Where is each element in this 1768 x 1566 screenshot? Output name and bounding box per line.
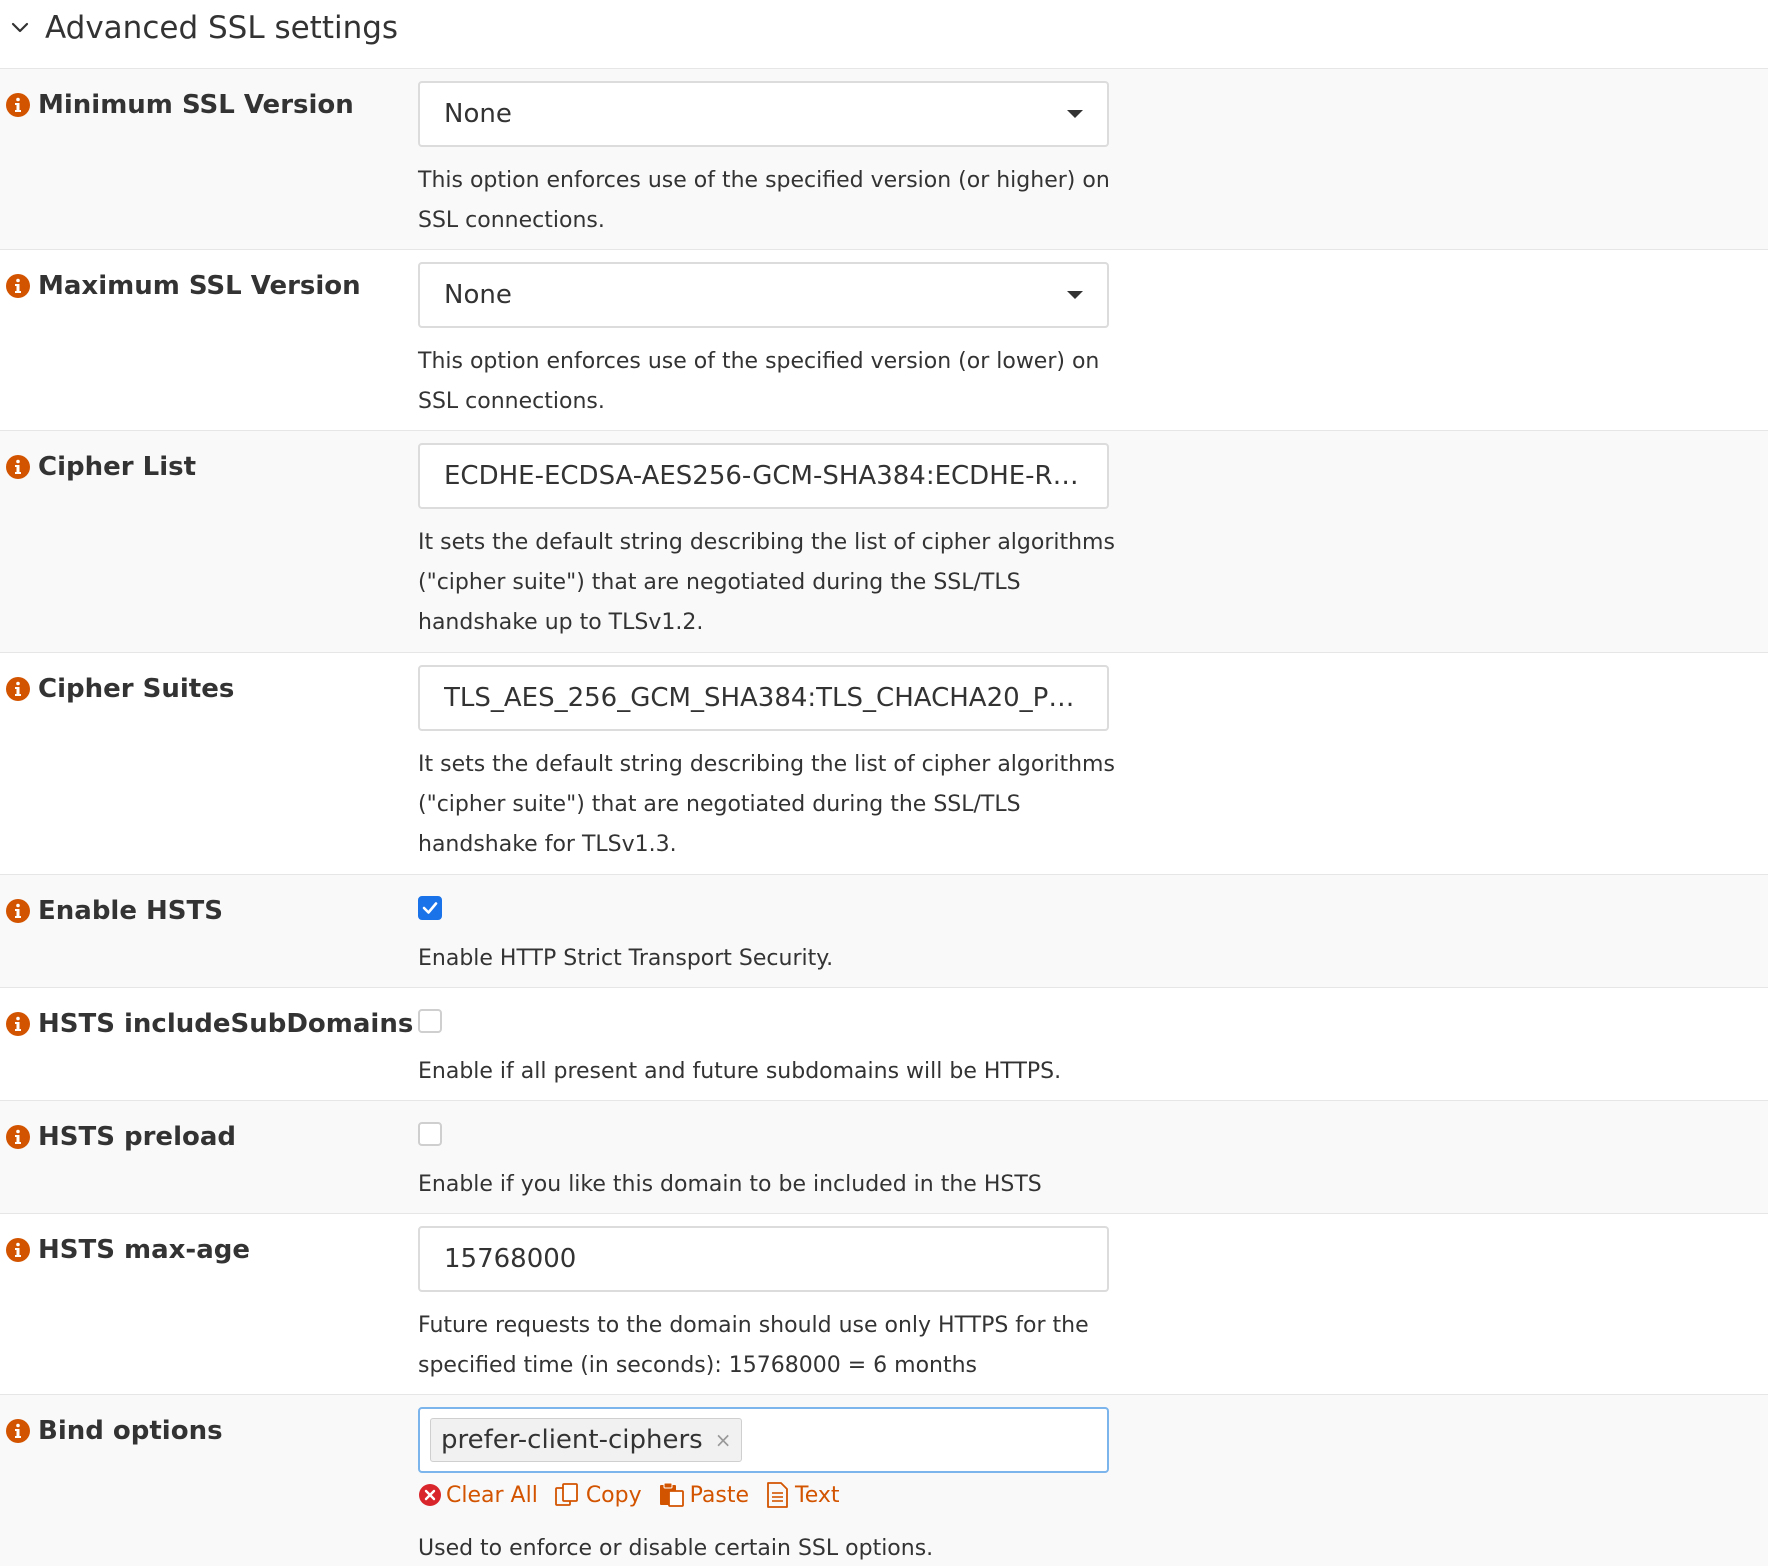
bind-options-tags-input[interactable]: prefer-client-ciphers × [418,1407,1109,1473]
info-icon[interactable] [6,93,30,117]
row-cipher-list: Cipher List ECDHE-ECDSA-AES256-GCM-SHA38… [0,430,1768,652]
caret-down-icon [1067,110,1083,118]
tag-label: prefer-client-ciphers [441,1425,703,1455]
cipher-suites-label: Cipher Suites [38,674,235,704]
hsts-subdomains-help: Enable if all present and future subdoma… [418,1059,1062,1084]
cipher-suites-input[interactable]: TLS_AES_256_GCM_SHA384:TLS_CHACHA20_POLY… [418,665,1109,731]
info-icon[interactable] [6,1125,30,1149]
min-ssl-select[interactable]: None [418,81,1109,147]
copy-icon [554,1483,578,1506]
hsts-max-age-help: Future requests to the domain should use… [418,1313,1089,1378]
info-icon[interactable] [6,899,30,923]
field-label: Cipher Suites [6,669,234,709]
paste-label: Paste [689,1482,750,1508]
enable-hsts-label: Enable HSTS [38,896,223,926]
hsts-max-age-label: HSTS max-age [38,1235,250,1265]
cipher-list-input[interactable]: ECDHE-ECDSA-AES256-GCM-SHA384:ECDHE-RSA-… [418,443,1109,509]
hsts-max-age-value: 15768000 [444,1244,577,1274]
section-header[interactable]: Advanced SSL settings [0,0,1768,69]
field-label: HSTS max-age [6,1230,250,1270]
hsts-subdomains-label: HSTS includeSubDomains [38,1009,414,1039]
cipher-list-label: Cipher List [38,452,197,482]
info-icon[interactable] [6,1238,30,1262]
remove-tag-icon[interactable]: × [715,1428,732,1452]
max-ssl-help: This option enforces use of the specifie… [418,349,1100,414]
cipher-suites-help: It sets the default string describing th… [418,752,1115,857]
text-label: Text [795,1482,840,1508]
cipher-list-help: It sets the default string describing th… [418,530,1115,635]
field-label: Maximum SSL Version [6,266,361,306]
section-title: Advanced SSL settings [45,10,399,46]
clear-circle-icon [419,1484,441,1506]
bind-options-actions: Clear All Copy Paste Text [418,1481,856,1509]
text-button[interactable]: Text [765,1481,840,1509]
advanced-ssl-settings-panel: Advanced SSL settings Minimum SSL Versio… [0,0,1768,1566]
tag-chip[interactable]: prefer-client-ciphers × [430,1418,743,1462]
info-icon[interactable] [6,455,30,479]
hsts-subdomains-checkbox[interactable] [418,1009,442,1033]
info-icon[interactable] [6,274,30,298]
row-min-ssl: Minimum SSL Version None This option enf… [0,68,1768,249]
hsts-preload-checkbox[interactable] [418,1122,442,1146]
min-ssl-label: Minimum SSL Version [38,90,354,120]
max-ssl-value: None [444,280,512,310]
paste-icon [659,1482,684,1507]
enable-hsts-help: Enable HTTP Strict Transport Security. [418,946,834,971]
field-label: Enable HSTS [6,891,223,931]
field-label: HSTS includeSubDomains [6,1004,413,1044]
chevron-down-icon[interactable] [6,14,34,42]
field-label: Cipher List [6,447,196,487]
bind-options-label: Bind options [38,1416,223,1446]
row-hsts-preload: HSTS preload Enable if you like this dom… [0,1100,1768,1237]
field-label: Bind options [6,1411,223,1451]
row-cipher-suites: Cipher Suites TLS_AES_256_GCM_SHA384:TLS… [0,652,1768,874]
row-enable-hsts: Enable HSTS Enable HTTP Strict Transport… [0,874,1768,987]
min-ssl-value: None [444,99,512,129]
field-label: HSTS preload [6,1117,236,1157]
min-ssl-help: This option enforces use of the specifie… [418,168,1110,233]
text-document-icon [767,1482,788,1508]
caret-down-icon [1067,291,1083,299]
max-ssl-select[interactable]: None [418,262,1109,328]
max-ssl-label: Maximum SSL Version [38,271,361,301]
clear-all-label: Clear All [446,1482,538,1508]
info-icon[interactable] [6,1012,30,1036]
cipher-list-value: ECDHE-ECDSA-AES256-GCM-SHA384:ECDHE-RSA-… [444,461,1083,491]
row-bind-options: Bind options prefer-client-ciphers × Cle… [0,1394,1768,1566]
row-max-ssl: Maximum SSL Version None This option enf… [0,249,1768,430]
copy-label: Copy [585,1482,642,1508]
cipher-suites-value: TLS_AES_256_GCM_SHA384:TLS_CHACHA20_POLY… [444,683,1083,713]
enable-hsts-checkbox[interactable] [418,896,442,920]
clear-all-button[interactable]: Clear All [418,1483,538,1508]
hsts-preload-label: HSTS preload [38,1122,236,1152]
row-hsts-max-age: HSTS max-age 15768000 Future requests to… [0,1213,1768,1394]
info-icon[interactable] [6,677,30,701]
field-label: Minimum SSL Version [6,85,354,125]
info-icon[interactable] [6,1419,30,1443]
paste-button[interactable]: Paste [658,1482,749,1508]
hsts-max-age-input[interactable]: 15768000 [418,1226,1109,1292]
bind-options-help: Used to enforce or disable certain SSL o… [418,1536,934,1561]
copy-button[interactable]: Copy [554,1482,642,1508]
row-hsts-subdomains: HSTS includeSubDomains Enable if all pre… [0,987,1768,1100]
checkmark-icon [422,902,438,914]
